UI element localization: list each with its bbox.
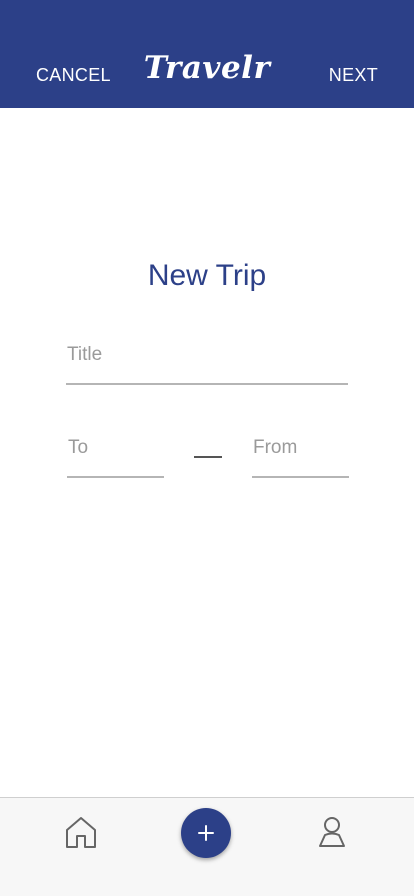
trip-title-field xyxy=(66,340,348,385)
trip-from-field xyxy=(252,433,349,478)
plus-icon xyxy=(198,825,214,841)
app-root: CANCEL Travelr NEXT New Trip xyxy=(0,0,414,896)
user-icon[interactable] xyxy=(315,816,349,850)
trip-from-input[interactable] xyxy=(252,433,349,463)
trip-to-field xyxy=(67,433,164,478)
add-trip-button[interactable] xyxy=(181,808,231,858)
trip-to-input[interactable] xyxy=(67,433,164,463)
date-range-separator xyxy=(194,456,222,458)
trip-title-input[interactable] xyxy=(66,340,348,370)
top-app-bar: CANCEL Travelr NEXT xyxy=(0,0,414,108)
page-title: New Trip xyxy=(147,259,267,292)
next-button[interactable]: NEXT xyxy=(329,64,378,86)
home-icon[interactable] xyxy=(64,815,98,849)
bottom-navigation xyxy=(0,797,414,896)
